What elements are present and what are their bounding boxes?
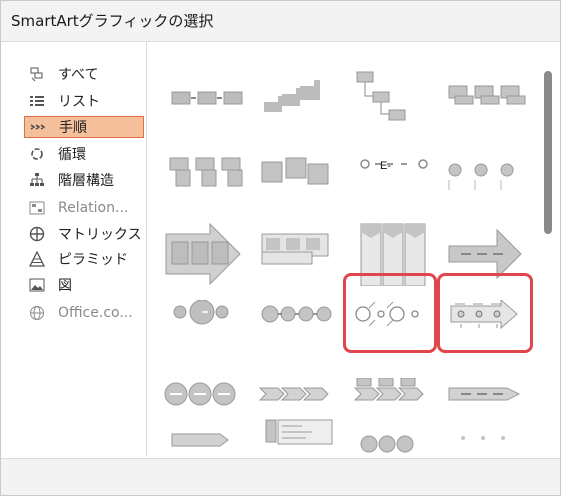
layout-gallery: E- xyxy=(147,42,537,456)
list-icon xyxy=(30,96,44,106)
increasing-circle-thumbnail xyxy=(448,163,514,190)
category-office-com[interactable]: Office.co... xyxy=(24,302,144,324)
layout-circle-accent-cycle[interactable] xyxy=(156,300,244,364)
layout-basic-process[interactable] xyxy=(156,66,244,130)
category-all[interactable]: すべて xyxy=(24,63,144,85)
scrollbar-thumb[interactable] xyxy=(544,71,552,234)
continuous-block-thumbnail xyxy=(261,157,329,185)
gallery-scrollbar[interactable] xyxy=(538,42,560,456)
relationship-icon xyxy=(29,201,45,215)
all-icon xyxy=(30,67,43,82)
smartart-dialog: SmartArtグラフィックの選択 すべて リスト 手順 循環 階層構造 Rel… xyxy=(0,0,561,496)
picture-accent-list-thumbnail xyxy=(265,419,333,445)
layout-dot-list[interactable] xyxy=(441,430,529,456)
process-drilldown-thumbnail xyxy=(356,71,406,121)
circle-accent-thumbnail xyxy=(173,300,229,325)
category-picture[interactable]: 図 xyxy=(24,274,144,296)
layout-step-up-process[interactable] xyxy=(252,66,340,130)
basic-process-thumbnail xyxy=(171,91,243,105)
category-hierarchy[interactable]: 階層構造 xyxy=(24,169,144,191)
category-label: マトリックス xyxy=(58,227,142,243)
category-matrix[interactable]: マトリックス xyxy=(24,223,144,245)
category-pyramid[interactable]: ピラミッド xyxy=(24,248,144,270)
category-label: 階層構造 xyxy=(58,173,114,189)
highlight-basic-timeline xyxy=(437,273,533,353)
matrix-icon xyxy=(29,226,45,242)
category-label: 手順 xyxy=(59,120,87,136)
layout-circle-row[interactable] xyxy=(347,430,435,456)
layout-circle-arrow-process[interactable] xyxy=(252,300,340,364)
globe-icon xyxy=(30,306,44,320)
layout-process-arrows[interactable] xyxy=(156,222,244,286)
category-cycle[interactable]: 循環 xyxy=(24,143,144,165)
layout-staggered-process[interactable] xyxy=(252,222,340,286)
layout-picture-accent-list[interactable] xyxy=(252,414,340,456)
category-label: Office.co... xyxy=(58,305,133,321)
category-label: 循環 xyxy=(58,147,86,163)
dot-list-thumbnail xyxy=(461,436,505,440)
layout-continuous-block[interactable] xyxy=(252,144,340,208)
circle-row-thumbnail xyxy=(360,435,414,453)
cycle-icon xyxy=(31,148,43,160)
category-process[interactable]: 手順 xyxy=(24,116,144,138)
layout-segmented-process[interactable]: E- xyxy=(347,144,435,208)
hierarchy-icon xyxy=(30,173,44,186)
category-list: すべて リスト 手順 循環 階層構造 Relation... マトリックス ピラ… xyxy=(14,56,145,436)
staggered-process-thumbnail xyxy=(261,233,329,265)
category-relationship[interactable]: Relation... xyxy=(24,197,144,219)
category-label: 図 xyxy=(58,278,72,294)
layout-step-down-process[interactable] xyxy=(156,144,244,208)
layout-increasing-circle[interactable] xyxy=(441,144,529,208)
process-icon xyxy=(30,124,46,130)
category-list-item[interactable]: リスト xyxy=(24,90,144,112)
picture-icon xyxy=(29,278,45,292)
category-label: すべて xyxy=(58,67,99,83)
tile-text: E- xyxy=(380,160,391,172)
step-up-process-thumbnail xyxy=(264,80,320,112)
highlight-circle-accent-timeline xyxy=(343,273,437,353)
picture-process-thumbnail xyxy=(448,85,526,105)
category-label: リスト xyxy=(58,94,100,110)
layout-picture-process[interactable] xyxy=(441,66,529,130)
category-label: Relation... xyxy=(58,200,129,216)
title-bar: SmartArtグラフィックの選択 xyxy=(1,1,560,41)
arrow-ribbon-thumbnail xyxy=(171,433,229,447)
category-label: ピラミッド xyxy=(58,252,128,268)
dialog-title: SmartArtグラフィックの選択 xyxy=(11,12,214,30)
step-down-process-thumbnail xyxy=(169,157,243,187)
layout-process-drilldown[interactable] xyxy=(347,66,435,130)
layout-arrow-ribbon[interactable] xyxy=(156,430,244,456)
process-arrows-thumbnail xyxy=(165,222,241,286)
circle-arrow-thumbnail xyxy=(261,305,332,323)
pyramid-icon xyxy=(29,251,45,267)
segmented-process-thumbnail: E- xyxy=(360,159,428,172)
